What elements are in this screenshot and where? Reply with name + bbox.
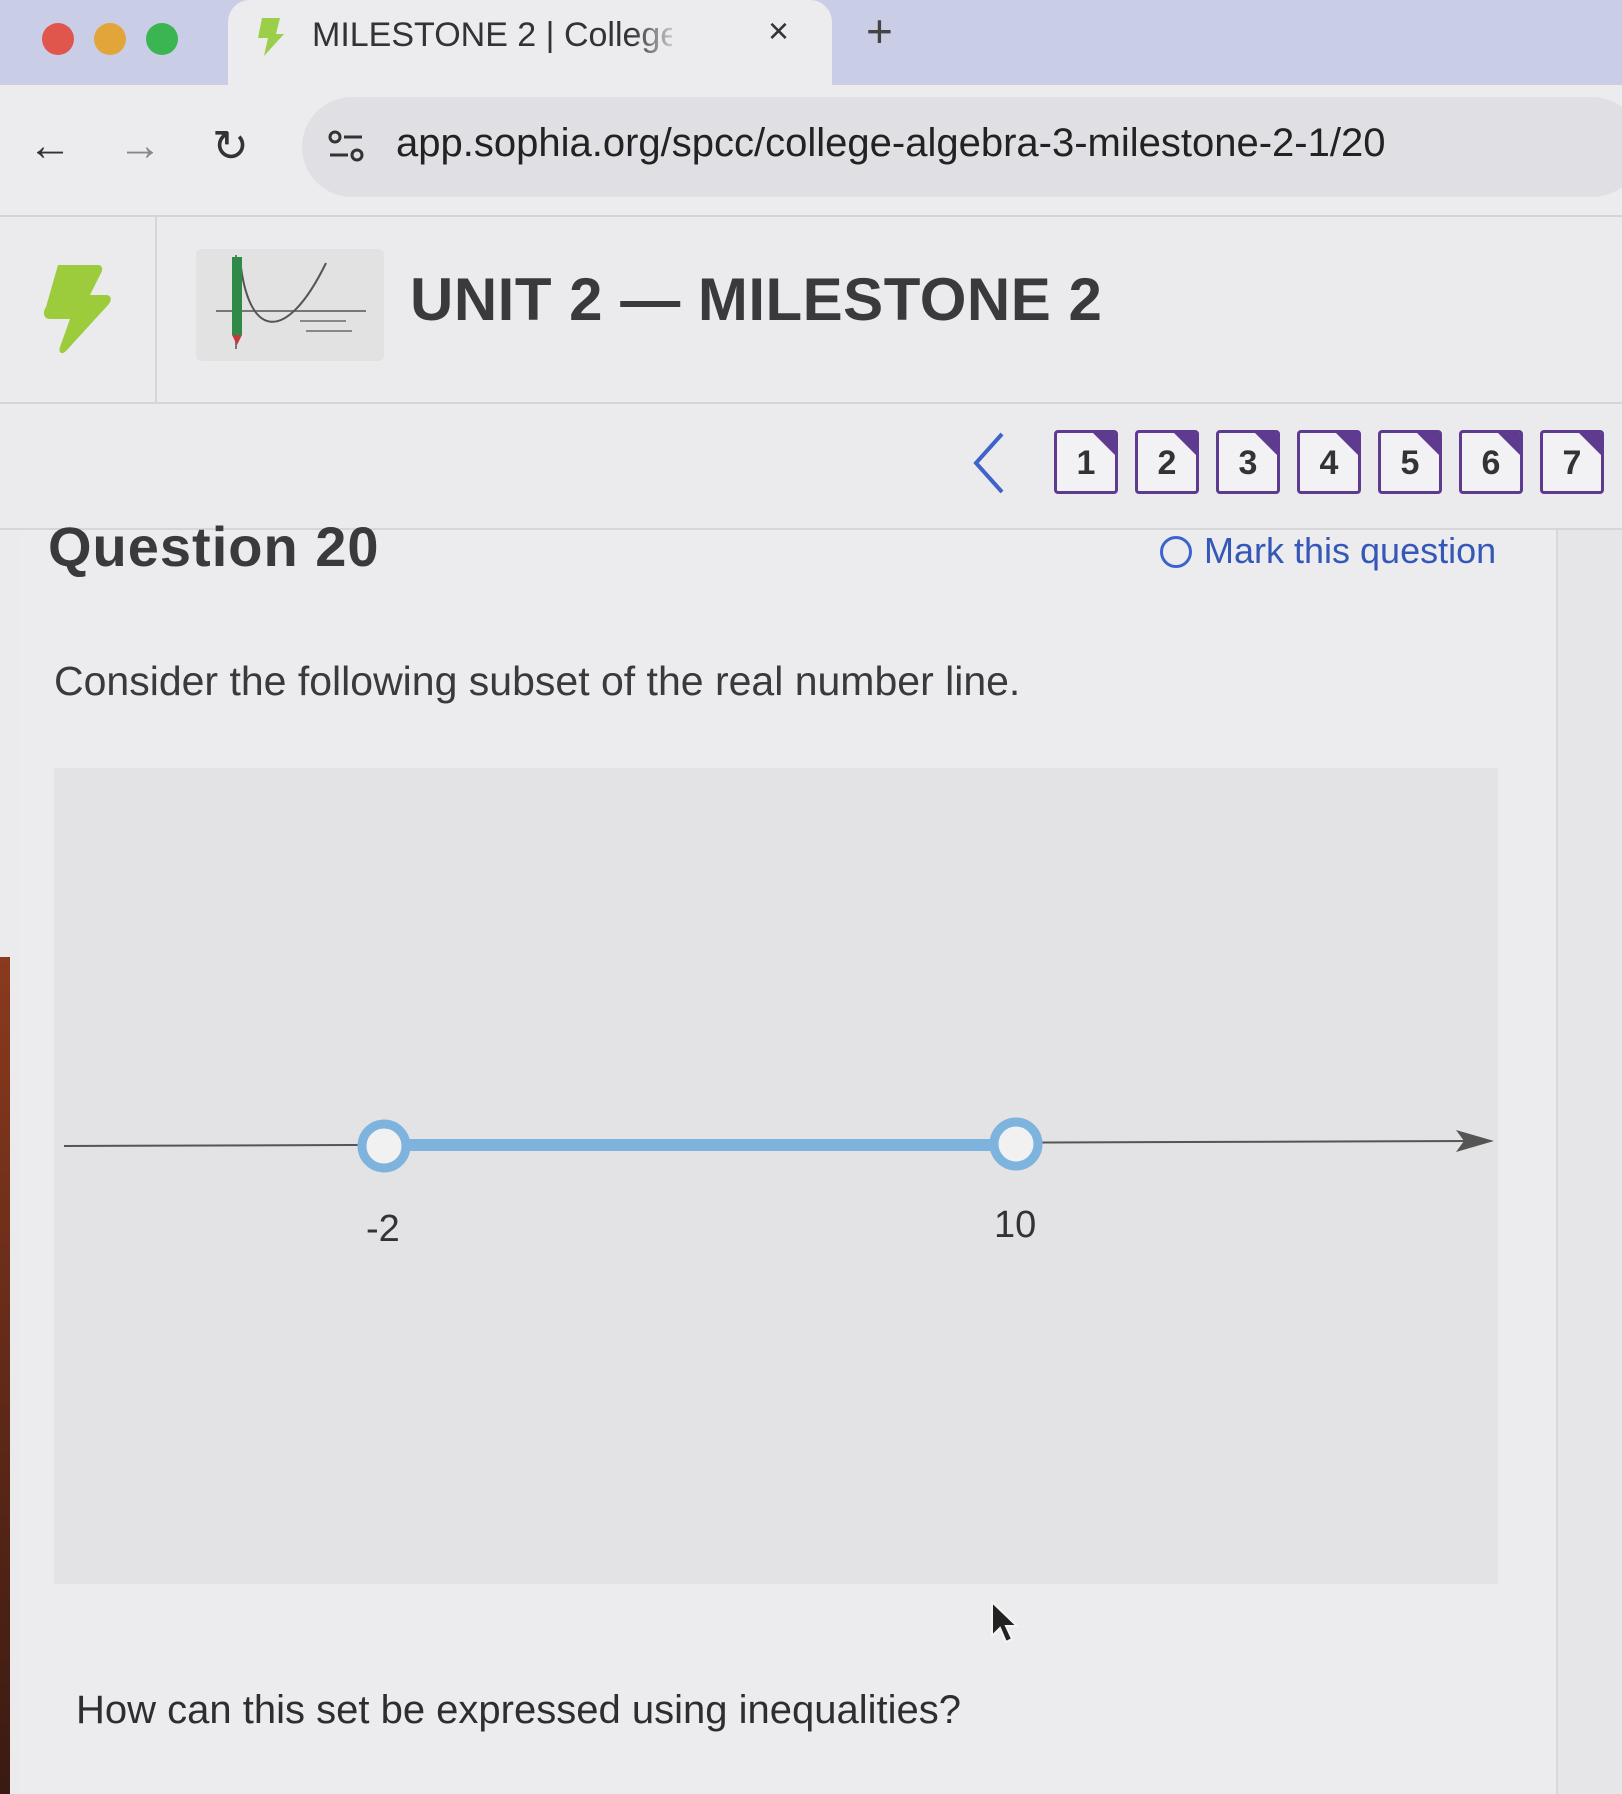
- tick-label-end: 10: [994, 1204, 1037, 1246]
- previous-question-chevron-icon[interactable]: [968, 428, 1008, 498]
- reload-icon[interactable]: ↻: [212, 121, 249, 172]
- mark-radio-icon[interactable]: [1160, 536, 1192, 568]
- question-content: Question 20 Mark this question Consider …: [20, 515, 1556, 1794]
- open-endpoint-left: [357, 1119, 411, 1173]
- tab-close-icon[interactable]: ×: [768, 10, 789, 52]
- question-prompt: Consider the following subset of the rea…: [54, 658, 1021, 704]
- address-bar[interactable]: app.sophia.org/spcc/college-algebra-3-mi…: [302, 97, 1622, 197]
- open-endpoint-right: [989, 1117, 1043, 1171]
- followup-question: How can this set be expressed using ineq…: [76, 1688, 961, 1732]
- page-header: UNIT 2 — MILESTONE 2: [0, 217, 1622, 404]
- number-line-svg: [63, 1117, 1494, 1173]
- header-divider: [155, 217, 157, 402]
- tick-label-start: -2: [366, 1208, 400, 1250]
- course-thumbnail: [196, 249, 384, 361]
- question-button-5[interactable]: 5: [1378, 430, 1442, 494]
- sophia-logo-icon[interactable]: [36, 261, 116, 357]
- page-scrollbar[interactable]: [1556, 530, 1622, 1794]
- window-edge: [0, 957, 10, 1794]
- question-button-7[interactable]: 7: [1540, 430, 1604, 494]
- browser-tab-bar: MILESTONE 2 | College Algeb × +: [0, 0, 1622, 85]
- number-line-figure: -2 10: [54, 768, 1498, 1584]
- question-button-6[interactable]: 6: [1459, 430, 1523, 494]
- question-button-3[interactable]: 3: [1216, 430, 1280, 494]
- browser-toolbar: ← → ↻ app.sophia.org/spcc/college-algebr…: [0, 85, 1622, 217]
- mouse-pointer-icon: [991, 1600, 1020, 1644]
- question-navigator: 1 2 3 4 5 6 7: [0, 404, 1622, 530]
- question-title: Question 20: [48, 515, 380, 578]
- mark-question-label[interactable]: Mark this question: [1204, 530, 1496, 572]
- question-button-4[interactable]: 4: [1297, 430, 1361, 494]
- url-text[interactable]: app.sophia.org/spcc/college-algebra-3-mi…: [396, 121, 1385, 166]
- sophia-favicon-icon: [258, 18, 284, 56]
- page-body: UNIT 2 — MILESTONE 2 1 2 3 4 5 6 7 Quest…: [0, 217, 1622, 1794]
- page-title: UNIT 2 — MILESTONE 2: [410, 266, 1103, 333]
- forward-arrow-icon[interactable]: →: [118, 121, 162, 171]
- question-button-2[interactable]: 2: [1135, 430, 1199, 494]
- new-tab-button[interactable]: +: [866, 4, 893, 58]
- tab-title: MILESTONE 2 | College Algeb: [312, 16, 672, 54]
- browser-tab-active[interactable]: MILESTONE 2 | College Algeb ×: [228, 0, 832, 85]
- minimize-window-button[interactable]: [94, 23, 126, 55]
- back-arrow-icon[interactable]: ←: [28, 121, 72, 171]
- question-button-1[interactable]: 1: [1054, 430, 1118, 494]
- close-window-button[interactable]: [42, 23, 74, 55]
- tab-title-fade: [632, 10, 682, 60]
- site-settings-icon[interactable]: [326, 125, 366, 169]
- maximize-window-button[interactable]: [146, 23, 178, 55]
